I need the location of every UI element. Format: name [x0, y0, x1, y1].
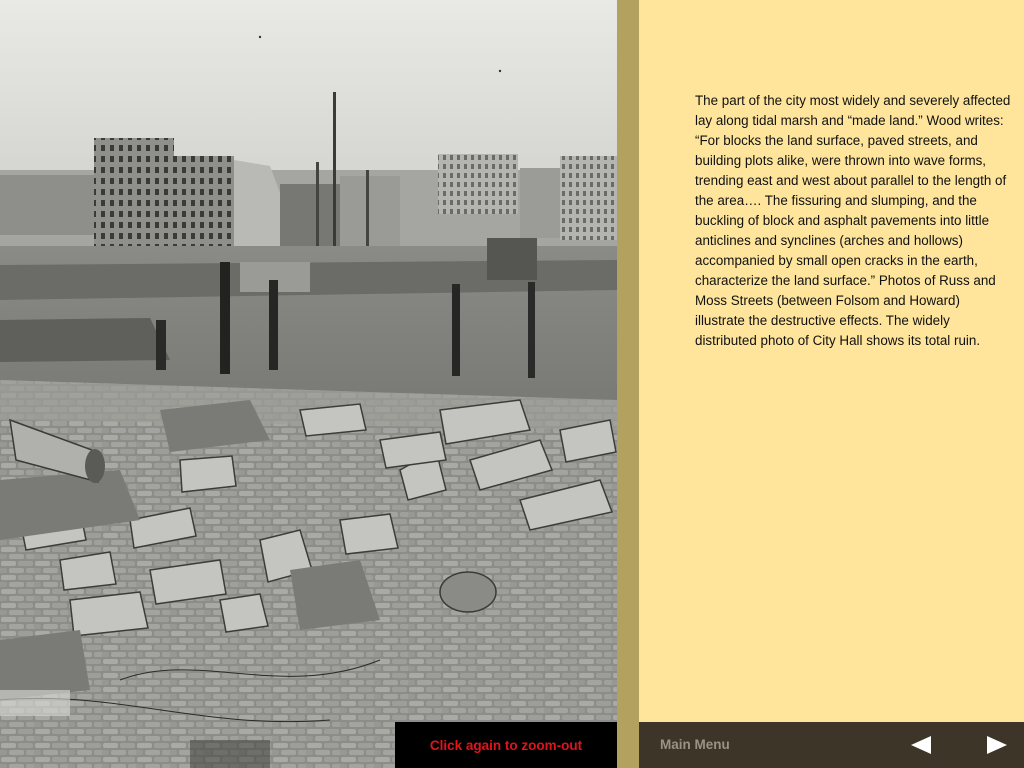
- next-page-button[interactable]: [985, 734, 1009, 756]
- app-window: The part of the city most widely and sev…: [0, 0, 1024, 768]
- triangle-left-icon: [911, 736, 931, 754]
- triangle-right-icon: [987, 736, 1007, 754]
- main-menu-button[interactable]: Main Menu: [660, 722, 730, 768]
- article-body-text: The part of the city most widely and sev…: [695, 93, 1011, 348]
- photo-illustration: [0, 0, 617, 768]
- previous-page-button[interactable]: [909, 734, 933, 756]
- earthquake-ruins-photo[interactable]: [0, 0, 617, 768]
- text-panel: The part of the city most widely and sev…: [639, 0, 1024, 722]
- zoom-out-button[interactable]: Click again to zoom-out: [395, 722, 617, 768]
- bottom-nav-bar: Main Menu: [639, 722, 1024, 768]
- panel-divider: [617, 0, 639, 768]
- zoom-out-label: Click again to zoom-out: [429, 737, 583, 753]
